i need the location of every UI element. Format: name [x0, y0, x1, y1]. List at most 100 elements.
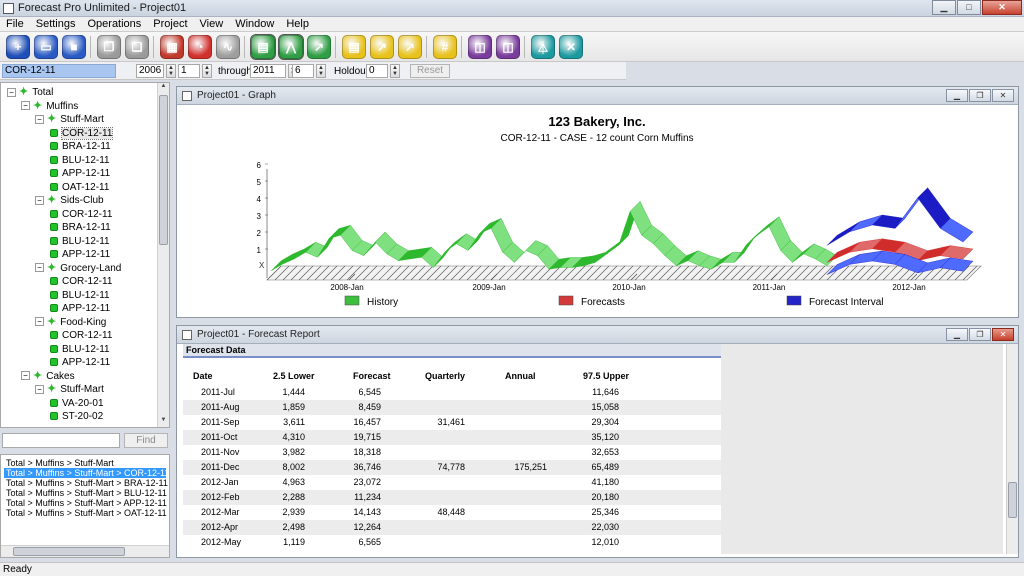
tree-leaf[interactable]: APP-12-11: [49, 167, 110, 180]
hash-button[interactable]: #: [433, 35, 457, 59]
tree-node[interactable]: − ✦ Stuff-Mart: [35, 113, 104, 126]
collapse-icon[interactable]: −: [35, 384, 44, 394]
start-year-spinner[interactable]: ▲ ▼: [166, 64, 176, 78]
table-row[interactable]: 2011-Oct 4,310 19,715 35,120: [183, 430, 721, 445]
tree-node[interactable]: − ✦ Muffins: [21, 100, 78, 113]
report-close-button[interactable]: ✕: [992, 328, 1014, 341]
menu-view[interactable]: View: [194, 17, 230, 31]
table-row[interactable]: 2012-Feb 2,288 11,234 20,180: [183, 490, 721, 505]
adjust-button[interactable]: ↗: [370, 35, 394, 59]
table-row[interactable]: 2011-Sep 3,611 16,457 31,461 29,304: [183, 415, 721, 430]
close-button[interactable]: ✕: [982, 0, 1022, 15]
holdout-field[interactable]: 0: [366, 64, 388, 78]
tree-leaf[interactable]: APP-12-11: [49, 302, 110, 315]
tree-leaf[interactable]: BLU-12-11: [49, 154, 110, 167]
menu-settings[interactable]: Settings: [30, 17, 82, 31]
find-button[interactable]: Find: [124, 433, 168, 448]
table-row[interactable]: 2012-Jan 4,963 23,072 41,180: [183, 475, 721, 490]
graph-close-button[interactable]: ✕: [992, 89, 1014, 102]
tree-node[interactable]: − ✦ Stuff-Mart: [35, 383, 104, 396]
path-list-scrollbar[interactable]: [1, 545, 169, 557]
tree-leaf[interactable]: APP-12-11: [49, 248, 110, 261]
path-list-item[interactable]: Total > Muffins > Stuff-Mart > OAT-12-11: [4, 508, 167, 518]
movie-button[interactable]: ▦: [160, 35, 184, 59]
item-field[interactable]: COR-12-11: [2, 64, 116, 78]
collapse-icon[interactable]: −: [7, 87, 16, 97]
copy-button[interactable]: ❐: [97, 35, 121, 59]
path-list-item[interactable]: Total > Muffins > Stuff-Mart > BRA-12-11: [4, 478, 168, 488]
reset-button[interactable]: Reset: [410, 64, 450, 78]
start-period-field[interactable]: 1: [178, 64, 200, 78]
path-list-item[interactable]: Total > Muffins > Stuff-Mart > COR-12-11: [4, 468, 169, 478]
tree-leaf[interactable]: COR-12-11: [49, 275, 112, 288]
tree-leaf[interactable]: COR-12-11: [49, 208, 112, 221]
report-scroll-thumb[interactable]: [1008, 482, 1017, 518]
report-minimize-button[interactable]: ▁: [946, 328, 968, 341]
path-list-item[interactable]: Total > Muffins > Stuff-Mart > APP-12-11: [4, 498, 167, 508]
tree-node[interactable]: − ✦ Food-King: [35, 316, 106, 329]
tree-leaf[interactable]: BRA-12-11: [49, 221, 111, 234]
tree-node[interactable]: − ✦ Sids-Club: [35, 194, 104, 207]
menu-help[interactable]: Help: [280, 17, 315, 31]
maximize-button[interactable]: □: [957, 0, 981, 15]
tree-node[interactable]: − ✦ Cakes: [21, 370, 75, 383]
table-row[interactable]: 2012-May 1,119 6,565 12,010: [183, 535, 721, 550]
end-period-spinner[interactable]: ▲ ▼: [316, 64, 326, 78]
tree-node[interactable]: − ✦ Total: [7, 86, 53, 99]
tree-scrollbar[interactable]: ▲ ▼: [157, 83, 169, 427]
start-period-spinner[interactable]: ▲ ▼: [202, 64, 212, 78]
line-chart-button[interactable]: ∿: [216, 35, 240, 59]
graph-view-button[interactable]: ⋀: [278, 34, 304, 60]
pie-chart-button[interactable]: ◔: [188, 35, 212, 59]
collapse-icon[interactable]: −: [21, 371, 30, 381]
end-period-field[interactable]: 6: [292, 64, 314, 78]
tree-leaf[interactable]: COR-12-11: [49, 126, 114, 140]
minimize-button[interactable]: ▁: [932, 0, 956, 15]
table-row[interactable]: 2011-Dec 8,002 36,746 74,778 175,251 65,489: [183, 460, 721, 475]
tree-leaf[interactable]: BLU-12-11: [49, 289, 110, 302]
open-project-button[interactable]: ▭: [34, 35, 58, 59]
path-list-item[interactable]: Total > Muffins > Stuff-Mart > BLU-12-11: [4, 488, 167, 498]
tree-scroll-thumb[interactable]: [159, 95, 168, 245]
menu-project[interactable]: Project: [147, 17, 193, 31]
scroll-down-icon[interactable]: ▼: [159, 417, 168, 427]
report-view-button[interactable]: ▤: [250, 34, 276, 60]
tree-leaf[interactable]: OAT-12-11: [49, 181, 109, 194]
tree-node[interactable]: − ✦ Grocery-Land: [35, 262, 121, 275]
tools-button[interactable]: ✕: [559, 35, 583, 59]
report-scrollbar[interactable]: [1006, 344, 1018, 554]
settings-window-button[interactable]: ◫: [496, 35, 520, 59]
tree-leaf[interactable]: BLU-12-11: [49, 343, 110, 356]
tree-leaf[interactable]: ST-20-02: [49, 410, 103, 423]
graph-minimize-button[interactable]: ▁: [946, 89, 968, 102]
tree-leaf[interactable]: APP-12-11: [49, 356, 110, 369]
collapse-icon[interactable]: −: [35, 263, 44, 273]
filter-button[interactable]: ⏃: [531, 35, 555, 59]
save-project-button[interactable]: ■: [62, 35, 86, 59]
path-list-item[interactable]: Total > Muffins > Stuff-Mart: [4, 458, 166, 468]
find-input[interactable]: [2, 433, 120, 448]
menu-operations[interactable]: Operations: [81, 17, 147, 31]
tree-leaf[interactable]: BLU-12-11: [49, 235, 110, 248]
end-year-field[interactable]: 2011: [250, 64, 286, 78]
table-row[interactable]: 2011-Aug 1,859 8,459 15,058: [183, 400, 721, 415]
tree-leaf[interactable]: BRA-12-11: [49, 140, 111, 153]
table-row[interactable]: 2011-Jul 1,444 6,545 11,646: [183, 385, 721, 400]
collapse-icon[interactable]: −: [35, 317, 44, 327]
start-year-field[interactable]: 2006: [136, 64, 164, 78]
collapse-icon[interactable]: −: [21, 101, 30, 111]
graph-restore-button[interactable]: ❐: [969, 89, 991, 102]
notes-button[interactable]: ▤: [342, 35, 366, 59]
override-button[interactable]: ↗: [398, 35, 422, 59]
menu-file[interactable]: File: [0, 17, 30, 31]
menu-window[interactable]: Window: [229, 17, 280, 31]
collapse-icon[interactable]: −: [35, 114, 44, 124]
new-project-button[interactable]: +: [6, 35, 30, 59]
table-row[interactable]: 2011-Nov 3,982 18,318 32,653: [183, 445, 721, 460]
table-row[interactable]: 2012-Apr 2,498 12,264 22,030: [183, 520, 721, 535]
table-row[interactable]: 2012-Mar 2,939 14,143 48,448 25,346: [183, 505, 721, 520]
paste-button[interactable]: ❏: [125, 35, 149, 59]
scroll-up-icon[interactable]: ▲: [159, 83, 168, 93]
collapse-icon[interactable]: −: [35, 195, 44, 205]
holdout-spinner[interactable]: ▲ ▼: [390, 64, 400, 78]
